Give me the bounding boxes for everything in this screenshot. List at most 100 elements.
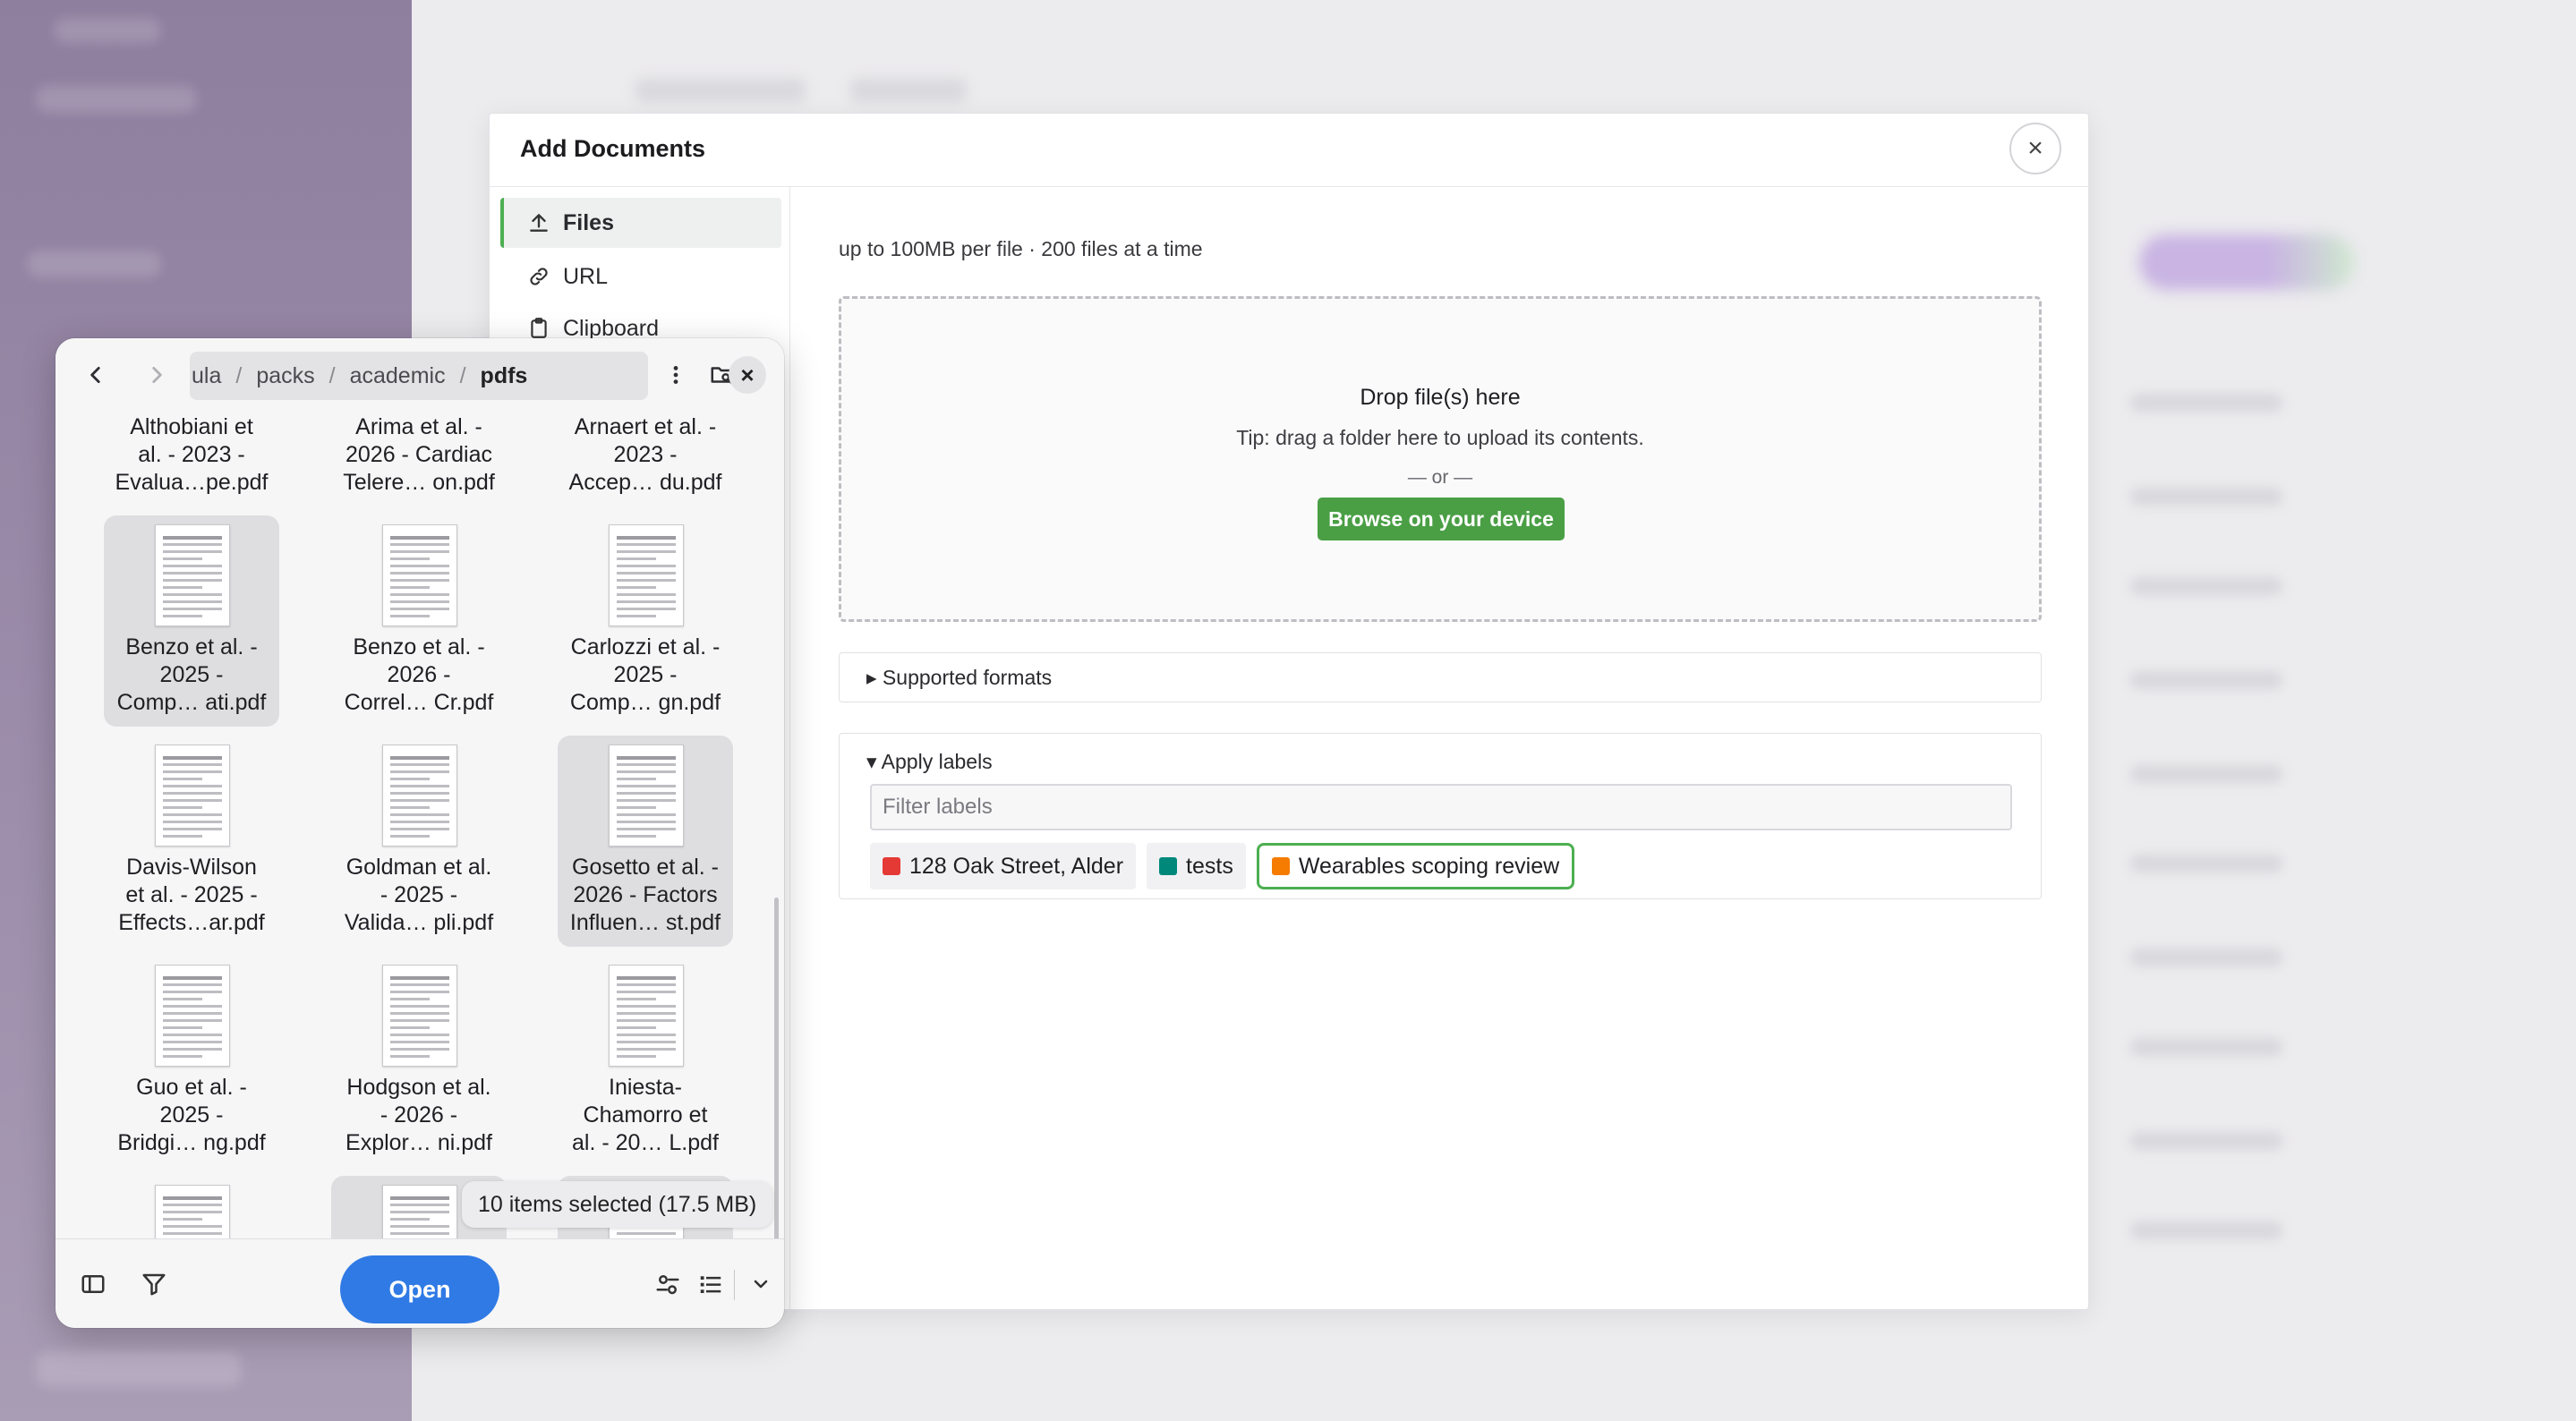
file-name: Benzo et al. - 2025 - Comp… ati.pdf — [104, 634, 279, 717]
file-name-line: Comp… ati.pdf — [116, 690, 267, 715]
breadcrumb-current[interactable]: pdfs — [468, 363, 541, 389]
background-row — [2130, 855, 2282, 872]
selection-status: 10 items selected (17.5 MB) — [462, 1181, 773, 1228]
nav-item-files[interactable]: Files — [500, 198, 781, 248]
file-name-line: Valida… pli.pdf — [344, 910, 494, 935]
file-item[interactable]: Iniesta- Chamorro et al. - 20… L.pdf — [558, 956, 733, 1167]
file-item[interactable]: Arima et al. - 2026 - Cardiac Telere… on.p… — [331, 412, 507, 506]
file-name-line: 2025 - — [159, 1102, 224, 1127]
filter-labels-input[interactable] — [870, 784, 2012, 830]
footer-divider — [734, 1270, 735, 1300]
file-name-line: al. - 20… L.pdf — [572, 1130, 719, 1155]
file-name-line: Evalua…pe.pdf — [115, 470, 269, 495]
close-icon: × — [2027, 133, 2043, 163]
label-chip-selected[interactable]: Wearables scoping review — [1256, 843, 1575, 889]
dropzone-title: Drop file(s) here — [1360, 385, 1521, 410]
file-name-line: 2025 - — [159, 662, 224, 687]
pdf-thumbnail — [155, 1185, 230, 1238]
upload-icon — [527, 211, 550, 234]
pdf-thumbnail — [609, 745, 684, 847]
file-chooser-close-button[interactable]: × — [729, 356, 766, 394]
file-item[interactable]: Goldman et al. - 2025 - Valida… pli.pdf — [331, 736, 507, 947]
more-options-button[interactable] — [653, 353, 698, 397]
file-name-line: et al. - 2025 - — [125, 882, 258, 907]
file-name: Althobiani et al. - 2023 - Evalua…pe.pdf — [104, 413, 279, 497]
file-item[interactable]: Guo et al. -2025 - Bridgi… ng.pdf — [104, 956, 279, 1167]
file-item[interactable] — [104, 1176, 279, 1238]
file-name-line: 2026 - — [387, 662, 451, 687]
background-row — [2130, 1221, 2282, 1239]
pdf-thumbnail — [382, 1185, 457, 1238]
file-name-line: - 2025 - — [380, 882, 458, 907]
file-name-line: Benzo et al. - — [125, 634, 258, 659]
dialog-close-button[interactable]: × — [2009, 123, 2061, 174]
nav-item-url[interactable]: URL — [500, 251, 781, 302]
file-name: Guo et al. -2025 - Bridgi… ng.pdf — [104, 1074, 279, 1157]
file-chooser-window: ula / packs / academic / pdfs × Althobia… — [55, 338, 784, 1328]
file-chooser-footer: Open — [55, 1238, 784, 1328]
file-name-line: Comp… gn.pdf — [569, 690, 721, 715]
dialog-header: Add Documents × — [490, 114, 2088, 187]
file-item[interactable]: Hodgson et al. - 2026 - Explor… ni.pdf — [331, 956, 507, 1167]
toggle-sidebar-button[interactable] — [72, 1263, 115, 1306]
label-chip[interactable]: tests — [1147, 843, 1246, 889]
file-name: Davis-Wilson et al. - 2025 - Effects…ar.pd… — [104, 854, 279, 937]
file-name-line: Arima et al. - — [355, 414, 482, 439]
upload-limit-text: up to 100MB per file · 200 files at a ti… — [839, 237, 1203, 260]
file-item[interactable]: Davis-Wilson et al. - 2025 - Effects…ar.pd… — [104, 736, 279, 947]
file-name-line: Explor… ni.pdf — [345, 1130, 492, 1155]
file-name-line: 2023 - — [613, 442, 678, 467]
file-name: Arnaert et al. - 2023 - Accep… du.pdf — [558, 413, 733, 497]
open-button[interactable]: Open — [340, 1255, 499, 1323]
file-item[interactable]: Benzo et al. - 2026 - Correl… Cr.pdf — [331, 515, 507, 727]
apply-labels-section: ▾ Apply labels 128 Oak Street, Alder tes… — [839, 733, 2042, 899]
path-breadcrumb: ula / packs / academic / pdfs — [190, 352, 648, 400]
list-view-button[interactable] — [689, 1263, 732, 1306]
file-item[interactable]: Gosetto et al. -2026 - Factors Influen… s… — [558, 736, 733, 947]
file-name-line: Hodgson et al. — [346, 1075, 491, 1100]
file-item[interactable]: Carlozzi et al. - 2025 - Comp… gn.pdf — [558, 515, 733, 727]
file-dropzone[interactable]: Drop file(s) here Tip: drag a folder her… — [839, 296, 2042, 622]
pdf-thumbnail — [609, 965, 684, 1067]
file-name: Iniesta- Chamorro et al. - 20… L.pdf — [558, 1074, 733, 1157]
supported-formats-toggle[interactable]: ▸ Supported formats — [839, 652, 2042, 702]
file-item[interactable]: Benzo et al. - 2025 - Comp… ati.pdf — [104, 515, 279, 727]
breadcrumb-item[interactable]: packs — [243, 363, 327, 389]
sort-options-button[interactable] — [646, 1263, 689, 1306]
label-chip[interactable]: 128 Oak Street, Alder — [870, 843, 1137, 889]
breadcrumb-item[interactable]: ula — [190, 363, 234, 389]
back-button[interactable] — [73, 353, 118, 397]
view-options-dropdown[interactable] — [739, 1263, 782, 1306]
pdf-thumbnail — [382, 524, 457, 626]
file-item[interactable]: Arnaert et al. - 2023 - Accep… du.pdf — [558, 412, 733, 506]
file-name: Gosetto et al. -2026 - Factors Influen… s… — [558, 854, 733, 937]
background-title — [850, 79, 967, 102]
file-name: Hodgson et al. - 2026 - Explor… ni.pdf — [331, 1074, 507, 1157]
file-item[interactable]: Althobiani et al. - 2023 - Evalua…pe.pdf — [104, 412, 279, 506]
background-row — [2130, 488, 2282, 506]
file-name-line: Influen… st.pdf — [569, 910, 721, 935]
file-name-line: Bridgi… ng.pdf — [117, 1130, 266, 1155]
file-name-line: Accep… du.pdf — [568, 470, 722, 495]
label-chip-text: tests — [1186, 853, 1233, 879]
pdf-thumbnail — [155, 965, 230, 1067]
apply-labels-toggle[interactable]: ▾ Apply labels — [866, 750, 993, 774]
filter-button[interactable] — [132, 1263, 175, 1306]
vertical-dots-icon — [673, 366, 678, 384]
filter-icon — [142, 1273, 166, 1296]
file-name-line: 2025 - — [613, 662, 678, 687]
file-name-line: Telere… on.pdf — [343, 470, 495, 495]
sidebar-icon — [81, 1275, 105, 1293]
forward-button[interactable] — [134, 353, 179, 397]
label-chips: 128 Oak Street, Alder tests Wearables sc… — [870, 843, 1575, 889]
pdf-thumbnail — [155, 524, 230, 626]
browse-device-button[interactable]: Browse on your device — [1318, 498, 1565, 540]
file-name-line: Iniesta- — [609, 1075, 682, 1100]
background-row — [2130, 949, 2282, 966]
nav-item-label: URL — [563, 263, 609, 289]
breadcrumb-item[interactable]: academic — [337, 363, 458, 389]
background-row — [2130, 765, 2282, 783]
file-name-line: Davis-Wilson — [126, 855, 257, 880]
file-name-line: Guo et al. - — [136, 1075, 247, 1100]
chevron-left-icon — [90, 367, 100, 383]
